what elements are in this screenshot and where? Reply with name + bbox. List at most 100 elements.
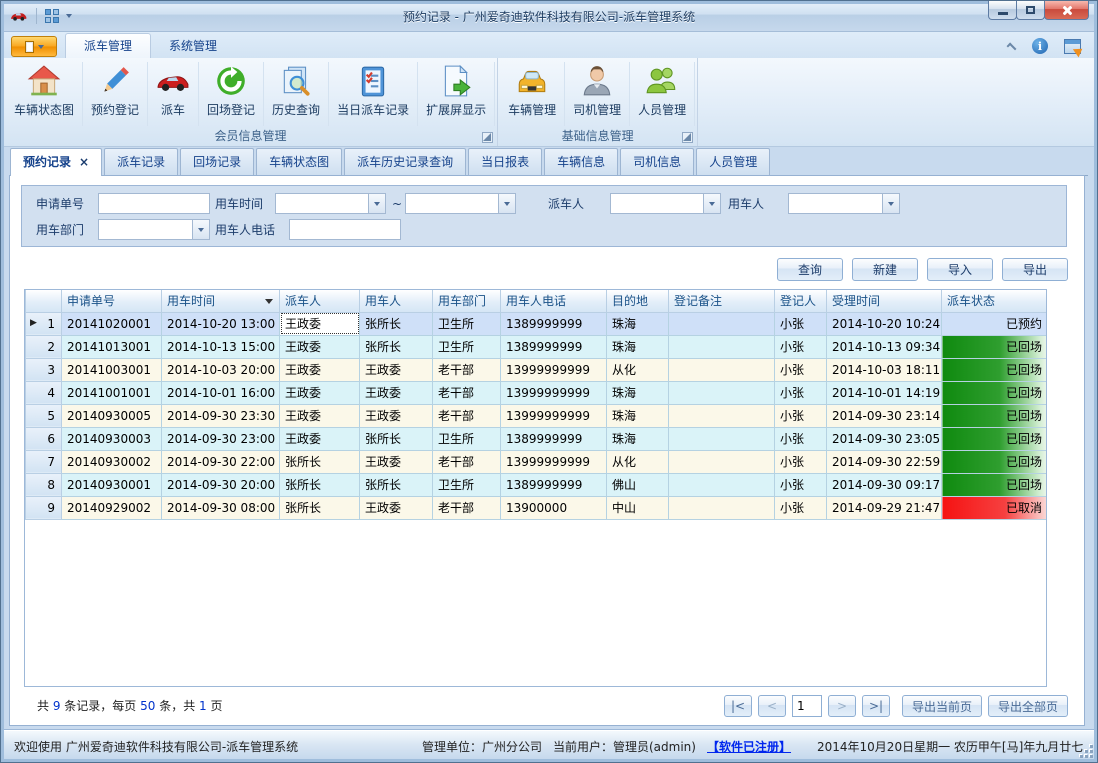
export-all-pages-button[interactable]: 导出全部页 — [988, 695, 1068, 717]
dispatch-status-cell[interactable]: 已取消 — [942, 496, 1047, 519]
import-button[interactable]: 导入 — [927, 258, 993, 281]
table-cell[interactable]: 2014-10-13 15:00 — [162, 335, 280, 358]
return-register-button[interactable]: 回场登记 — [199, 62, 264, 126]
table-row[interactable]: 5201409300052014-09-30 23:30王政委王政委老干部139… — [26, 404, 1047, 427]
table-cell[interactable]: 2014-09-30 20:00 — [162, 473, 280, 496]
collapse-ribbon-icon[interactable] — [1007, 43, 1017, 53]
table-cell[interactable]: 珠海 — [607, 335, 669, 358]
table-cell[interactable]: 20140930003 — [62, 427, 162, 450]
next-page-button[interactable]: > — [828, 695, 856, 717]
table-cell[interactable]: 2014-10-13 09:34 — [827, 335, 942, 358]
table-cell[interactable]: 王政委 — [360, 358, 433, 381]
doc-tab[interactable]: 预约记录× — [10, 148, 102, 176]
dispatch-status-cell[interactable]: 已回场 — [942, 381, 1047, 404]
table-cell[interactable]: 1389999999 — [501, 312, 607, 335]
car-user-combo[interactable] — [788, 193, 900, 214]
table-cell[interactable]: 小张 — [775, 381, 827, 404]
table-cell[interactable]: 2014-09-30 23:30 — [162, 404, 280, 427]
restore-button[interactable] — [1016, 1, 1045, 20]
dispatch-status-cell[interactable]: 已回场 — [942, 427, 1047, 450]
today-dispatch-records-button[interactable]: 当日派车记录 — [329, 62, 418, 126]
row-indicator-cell[interactable]: 6 — [26, 427, 62, 450]
table-cell[interactable]: 13999999999 — [501, 381, 607, 404]
table-cell[interactable]: 张所长 — [360, 335, 433, 358]
table-cell[interactable] — [669, 450, 775, 473]
column-header[interactable]: 派车人 — [280, 290, 360, 312]
table-cell[interactable] — [669, 335, 775, 358]
table-cell[interactable]: 20141020001 — [62, 312, 162, 335]
ribbon-tab-system[interactable]: 系统管理 — [151, 34, 235, 58]
table-cell[interactable]: 卫生所 — [433, 473, 501, 496]
table-cell[interactable] — [669, 496, 775, 519]
table-cell[interactable] — [669, 427, 775, 450]
table-cell[interactable]: 小张 — [775, 312, 827, 335]
minimize-button[interactable] — [988, 1, 1017, 20]
row-indicator-cell[interactable]: 2 — [26, 335, 62, 358]
table-cell[interactable]: 老干部 — [433, 404, 501, 427]
table-cell[interactable]: 老干部 — [433, 496, 501, 519]
table-cell[interactable]: 卫生所 — [433, 312, 501, 335]
table-cell[interactable]: 小张 — [775, 450, 827, 473]
row-indicator-cell[interactable]: 5 — [26, 404, 62, 427]
table-cell[interactable]: 13900000 — [501, 496, 607, 519]
dropdown-button[interactable] — [882, 194, 899, 213]
app-menu-button[interactable] — [11, 36, 57, 57]
doc-tab[interactable]: 回场记录 — [180, 148, 254, 175]
table-cell[interactable]: 王政委 — [280, 404, 360, 427]
table-cell[interactable]: 1389999999 — [501, 473, 607, 496]
table-cell[interactable]: 小张 — [775, 427, 827, 450]
table-row[interactable]: 7201409300022014-09-30 22:00张所长王政委老干部139… — [26, 450, 1047, 473]
column-header[interactable]: 目的地 — [607, 290, 669, 312]
doc-tab[interactable]: 人员管理 — [696, 148, 770, 175]
column-header[interactable]: 用车人电话 — [501, 290, 607, 312]
doc-tab[interactable]: 当日报表 — [468, 148, 542, 175]
table-cell[interactable]: 老干部 — [433, 381, 501, 404]
row-indicator-cell[interactable]: 7 — [26, 450, 62, 473]
dispatch-status-cell[interactable]: 已回场 — [942, 335, 1047, 358]
table-cell[interactable]: 张所长 — [360, 312, 433, 335]
dispatch-status-cell[interactable]: 已回场 — [942, 358, 1047, 381]
department-combo[interactable] — [98, 219, 210, 240]
export-current-page-button[interactable]: 导出当前页 — [902, 695, 982, 717]
info-icon[interactable]: i — [1032, 38, 1048, 54]
table-cell[interactable]: 张所长 — [280, 473, 360, 496]
table-cell[interactable]: 王政委 — [360, 496, 433, 519]
table-cell[interactable]: 2014-10-01 16:00 — [162, 381, 280, 404]
resize-grip[interactable] — [1079, 744, 1093, 758]
row-indicator-cell[interactable]: ▶1 — [26, 312, 62, 335]
reservation-register-button[interactable]: 预约登记 — [83, 62, 148, 126]
table-cell[interactable]: 珠海 — [607, 381, 669, 404]
dispatch-status-cell[interactable]: 已回场 — [942, 473, 1047, 496]
table-cell[interactable]: 王政委 — [280, 335, 360, 358]
table-cell[interactable]: 13999999999 — [501, 358, 607, 381]
table-cell[interactable]: 1389999999 — [501, 427, 607, 450]
license-link[interactable]: 【软件已注册】 — [707, 738, 791, 755]
dispatcher-combo[interactable] — [610, 193, 721, 214]
driver-management-button[interactable]: 司机管理 — [565, 62, 630, 126]
history-query-button[interactable]: 历史查询 — [264, 62, 329, 126]
doc-tab[interactable]: 派车历史记录查询 — [344, 148, 466, 175]
table-row[interactable]: 3201410030012014-10-03 20:00王政委王政委老干部139… — [26, 358, 1047, 381]
column-header[interactable]: 登记人 — [775, 290, 827, 312]
table-cell[interactable]: 王政委 — [280, 427, 360, 450]
table-cell[interactable]: 小张 — [775, 335, 827, 358]
table-cell[interactable]: 王政委 — [360, 381, 433, 404]
dispatch-button[interactable]: 派车 — [148, 62, 199, 126]
table-cell[interactable]: 2014-10-20 10:24 — [827, 312, 942, 335]
export-button[interactable]: 导出 — [1002, 258, 1068, 281]
table-cell[interactable]: 珠海 — [607, 312, 669, 335]
table-cell[interactable]: 老干部 — [433, 358, 501, 381]
table-row[interactable]: ▶1201410200012014-10-20 13:00王政委张所长卫生所13… — [26, 312, 1047, 335]
table-cell[interactable]: 2014-09-30 22:00 — [162, 450, 280, 473]
dropdown-button[interactable] — [703, 194, 720, 213]
table-cell[interactable]: 张所长 — [280, 496, 360, 519]
column-header[interactable]: 用车部门 — [433, 290, 501, 312]
table-cell[interactable]: 2014-09-30 23:05 — [827, 427, 942, 450]
doc-tab[interactable]: 派车记录 — [104, 148, 178, 175]
skin-style-icon[interactable] — [1064, 39, 1081, 54]
vehicle-management-button[interactable]: 车辆管理 — [500, 62, 565, 126]
extended-screen-button[interactable]: 扩展屏显示 — [418, 62, 495, 126]
table-cell[interactable]: 20140929002 — [62, 496, 162, 519]
table-cell[interactable]: 20140930005 — [62, 404, 162, 427]
query-button[interactable]: 查询 — [777, 258, 843, 281]
